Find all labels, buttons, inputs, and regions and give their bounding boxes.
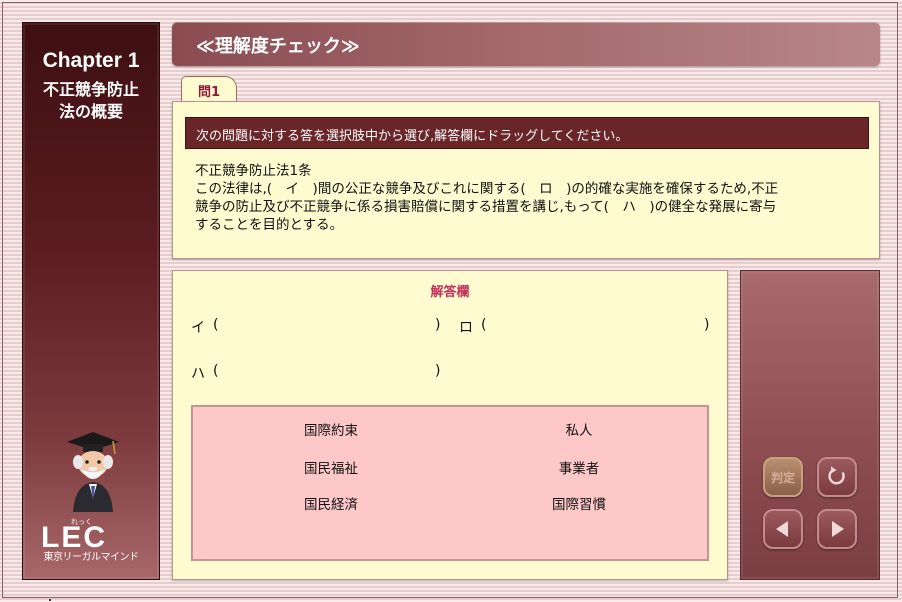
question-line: 競争の防止及び不正競争に係る損害賠償に関する措置を講じ,もって( ハ )の健全な… [195,199,777,215]
instruction-text: 次の問題に対する答を選択肢中から選び,解答欄にドラッグしてください。 [196,129,629,144]
question-text: 不正競争防止法1条 この法律は,( イ )間の公正な競争及びこれに関する( ロ … [195,162,867,234]
reset-button[interactable] [817,457,857,497]
control-panel: 判定 [740,270,880,580]
answer-slot-ro: ロ ( ) [459,317,709,337]
reload-icon [828,466,845,485]
close-paren: ) [435,363,441,379]
answer-slot-ha: ハ ( ) [191,363,441,383]
tab-label: 問1 [197,85,221,100]
arrow-left-icon [776,521,788,537]
open-paren: ( [481,317,487,333]
drop-zone-i[interactable] [225,314,435,336]
chapter-title: 不正競争防止 法の概要 [23,79,159,123]
question-line: この法律は,( イ )間の公正な競争及びこれに関する( ロ )の的確な実施を確保… [195,181,779,197]
choice-item[interactable]: 国際約束 [251,417,411,441]
slot-label-ro: ロ [459,320,473,336]
question-panel: 次の問題に対する答を選択肢中から選び,解答欄にドラッグしてください。 不正競争防… [172,101,880,259]
choice-item[interactable]: 国民経済 [251,491,411,515]
question-line: することを目的とする。 [195,217,344,233]
answer-panel: 解答欄 イ ( ) ロ ( ) ハ ( ) 国際約束 私人 国民福祉 事業者 国… [172,270,728,580]
drop-zone-ha[interactable] [225,360,435,382]
instruction-bar: 次の問題に対する答を選択肢中から選び,解答欄にドラッグしてください。 [185,117,869,149]
lec-logo-icon: れっく LEC [41,518,107,549]
judge-label: 判定 [770,470,795,485]
header-bar: ≪理解度チェック≫ [172,22,880,66]
arrow-right-icon [832,521,844,537]
choice-item[interactable]: 事業者 [499,455,659,479]
choice-item[interactable]: 国際習慣 [499,491,659,515]
lec-tagline: 東京リーガルマインド [43,552,140,563]
drop-zone-ro[interactable] [493,314,703,336]
choice-item[interactable]: 国民福祉 [251,455,411,479]
choices-box: 国際約束 私人 国民福祉 事業者 国民経済 国際習慣 [191,405,709,561]
sidebar: Chapter 1 不正競争防止 法の概要 れっく LEC 東京リーガルマインド [22,22,160,580]
next-button[interactable] [817,509,857,549]
slot-label-ha: ハ [191,366,205,382]
decorative-dot [49,599,51,601]
choice-item[interactable]: 私人 [499,417,659,441]
page-title: ≪理解度チェック≫ [196,36,360,57]
answer-heading: 解答欄 [430,285,470,300]
open-paren: ( [213,363,219,379]
close-paren: ) [435,317,441,333]
close-paren: ) [704,317,710,333]
logo-text: LEC [41,521,107,549]
tab-question-1[interactable]: 問1 [181,76,237,102]
open-paren: ( [213,317,219,333]
chapter-title-line2: 法の概要 [58,102,123,121]
chapter-number: Chapter 1 [42,49,140,72]
answer-slot-i: イ ( ) [191,317,441,337]
judge-button[interactable]: 判定 [763,457,803,497]
professor-mascot-icon [67,432,119,512]
prev-button[interactable] [763,509,803,549]
question-line: 不正競争防止法1条 [195,163,312,179]
slot-label-i: イ [191,320,205,336]
chapter-title-line1: 不正競争防止 [42,80,139,99]
